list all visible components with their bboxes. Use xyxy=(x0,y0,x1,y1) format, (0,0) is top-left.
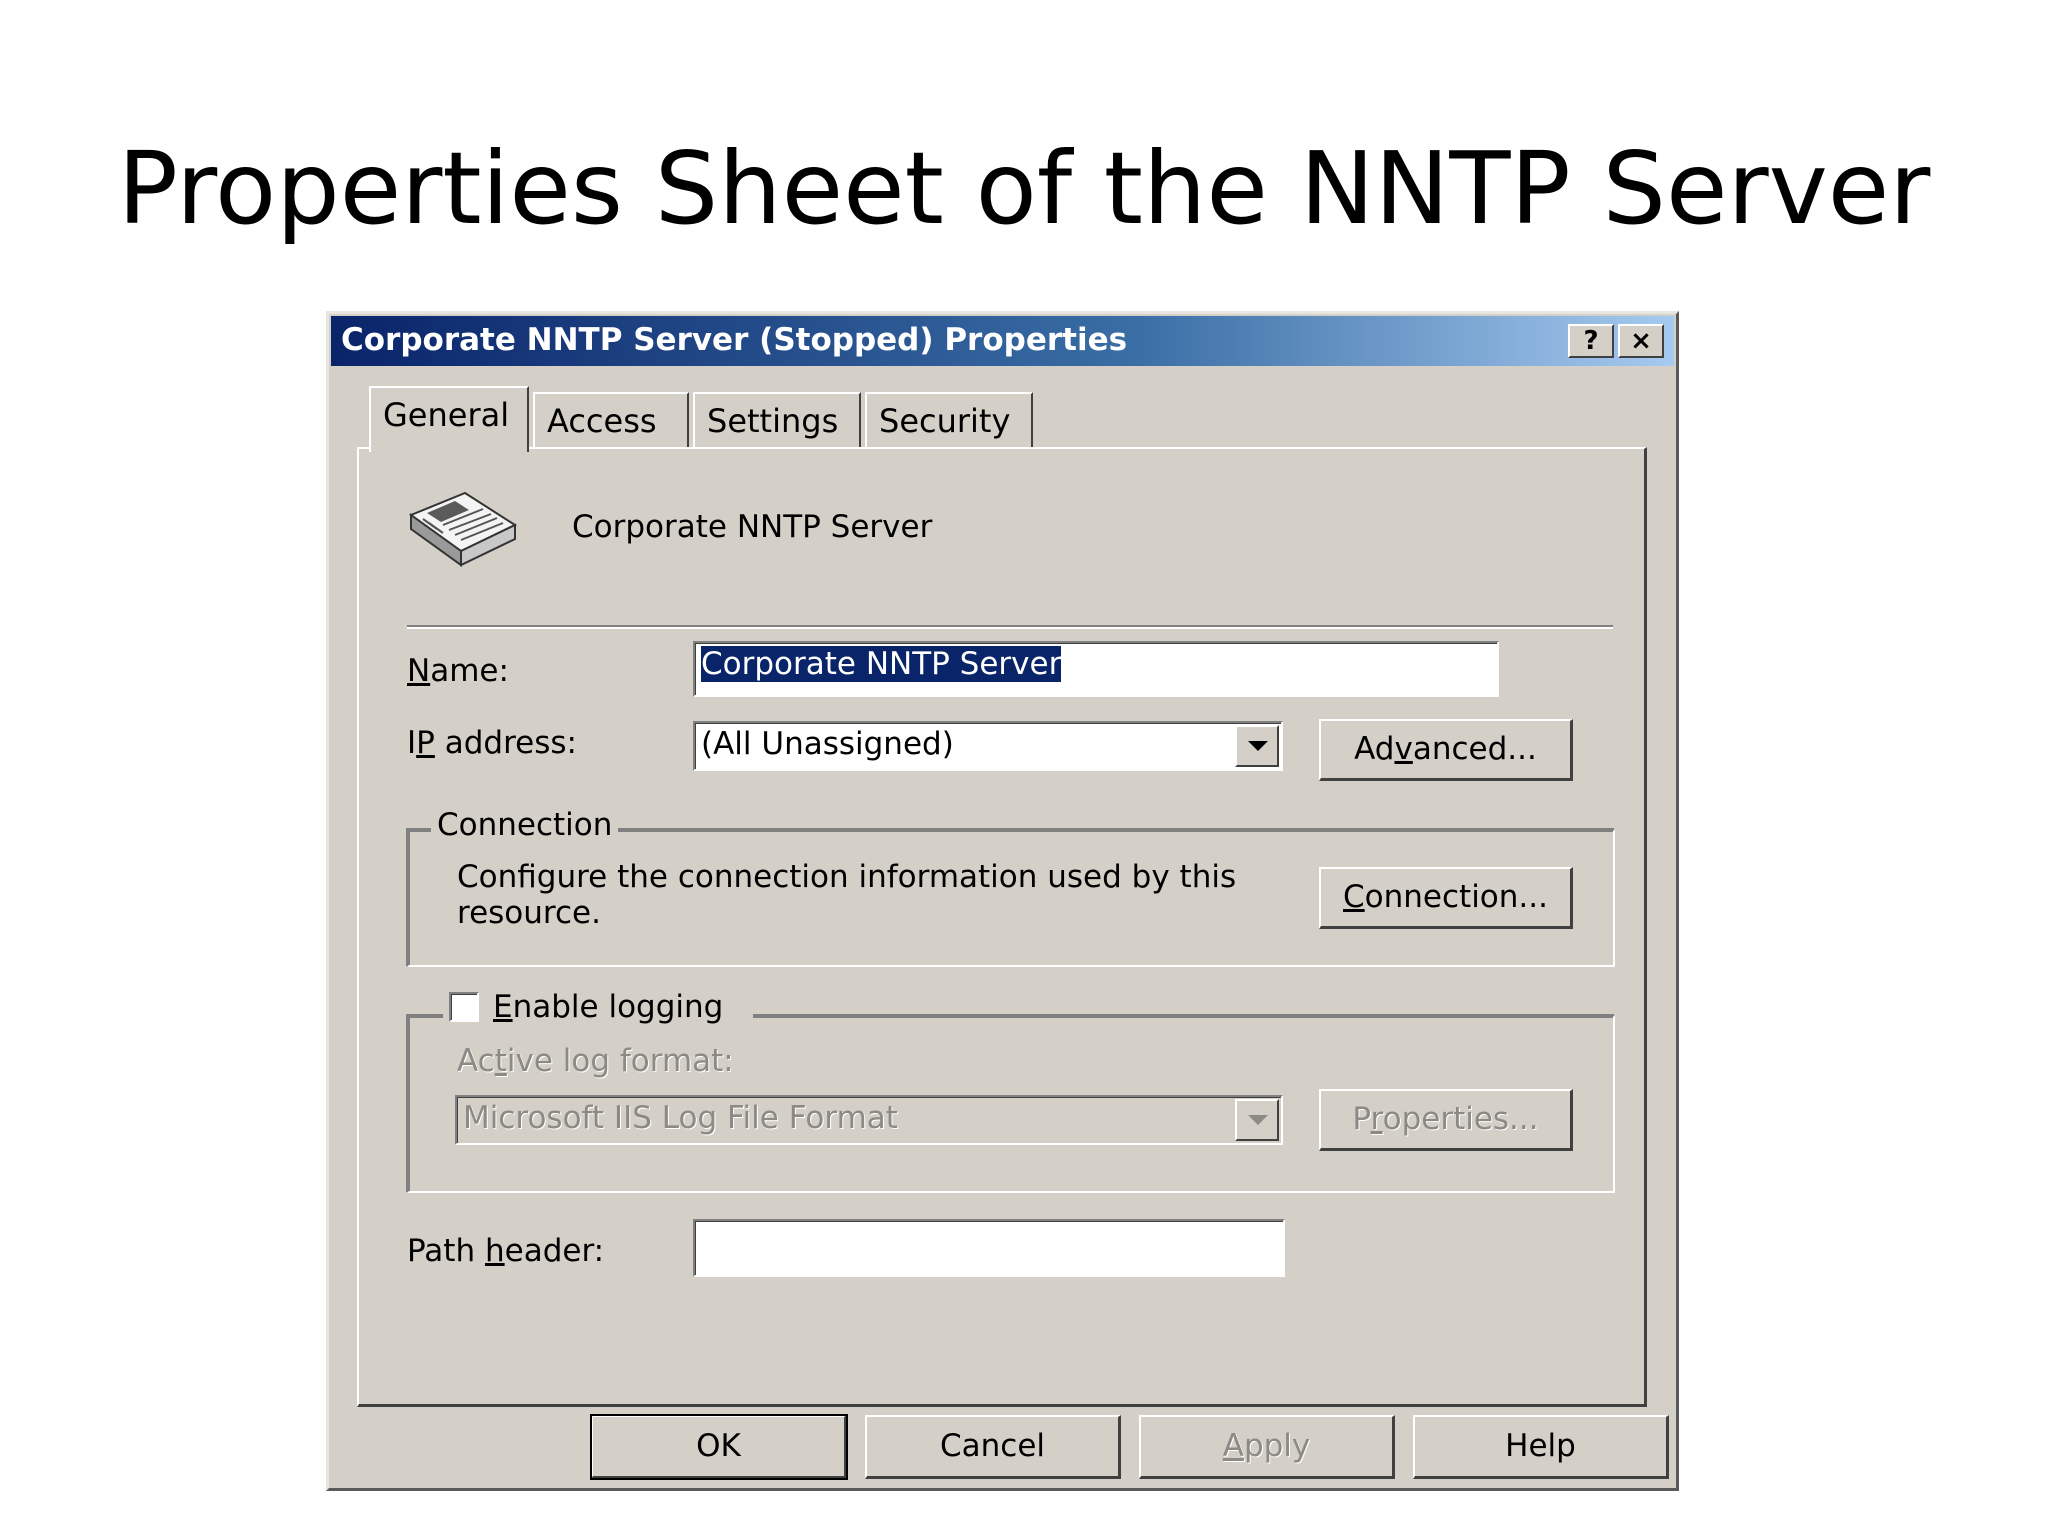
cancel-button[interactable]: Cancel xyxy=(865,1415,1121,1479)
ip-address-label: IP address: xyxy=(407,725,577,761)
tab-access-label: Access xyxy=(547,402,657,440)
title-bar[interactable]: Corporate NNTP Server (Stopped) Properti… xyxy=(331,316,1674,366)
name-label: Name: xyxy=(407,653,509,689)
tab-access[interactable]: Access xyxy=(533,392,689,448)
ip-address-dropdown[interactable]: (All Unassigned) xyxy=(693,721,1283,771)
tab-general-label: General xyxy=(383,396,510,434)
connection-button[interactable]: Connection... xyxy=(1319,867,1573,929)
name-input[interactable]: Corporate NNTP Server xyxy=(693,641,1499,697)
tab-settings-label: Settings xyxy=(707,402,839,440)
tab-settings[interactable]: Settings xyxy=(693,392,861,448)
enable-logging-label: Enable logging xyxy=(493,989,724,1025)
apply-button[interactable]: Apply xyxy=(1139,1415,1395,1479)
ip-address-value: (All Unassigned) xyxy=(701,726,954,762)
path-header-input[interactable] xyxy=(693,1219,1285,1277)
tab-security[interactable]: Security xyxy=(865,392,1033,448)
connection-group-legend: Connection xyxy=(431,807,619,843)
log-format-value: Microsoft IIS Log File Format xyxy=(463,1100,898,1136)
help-title-button[interactable]: ? xyxy=(1568,324,1614,358)
active-log-format-label: Active log format: xyxy=(457,1043,734,1079)
tab-security-label: Security xyxy=(879,402,1011,440)
connection-description: Configure the connection information use… xyxy=(457,859,1237,931)
slide-title: Properties Sheet of the NNTP Server xyxy=(117,130,1931,247)
general-tab-panel: Corporate NNTP Server Name: Corporate NN… xyxy=(357,447,1647,1407)
server-name-heading: Corporate NNTP Server xyxy=(572,509,933,545)
path-header-label: Path header: xyxy=(407,1233,605,1269)
enable-logging-legend[interactable]: Enable logging xyxy=(443,989,754,1025)
name-input-value: Corporate NNTP Server xyxy=(701,646,1062,682)
chevron-down-icon[interactable] xyxy=(1235,1099,1279,1141)
enable-logging-checkbox[interactable] xyxy=(449,992,479,1022)
tab-general[interactable]: General xyxy=(369,386,529,452)
log-properties-button[interactable]: Properties... xyxy=(1319,1089,1573,1151)
close-title-button[interactable]: × xyxy=(1618,324,1664,358)
header-separator xyxy=(407,625,1613,629)
window-title: Corporate NNTP Server (Stopped) Properti… xyxy=(341,322,1128,358)
ok-button[interactable]: OK xyxy=(590,1414,848,1480)
newspaper-icon xyxy=(403,485,523,575)
advanced-button[interactable]: Advanced... xyxy=(1319,719,1573,781)
properties-dialog: Corporate NNTP Server (Stopped) Properti… xyxy=(326,311,1679,1491)
chevron-down-icon[interactable] xyxy=(1235,725,1279,767)
log-format-dropdown[interactable]: Microsoft IIS Log File Format xyxy=(455,1095,1283,1145)
help-button[interactable]: Help xyxy=(1413,1415,1669,1479)
